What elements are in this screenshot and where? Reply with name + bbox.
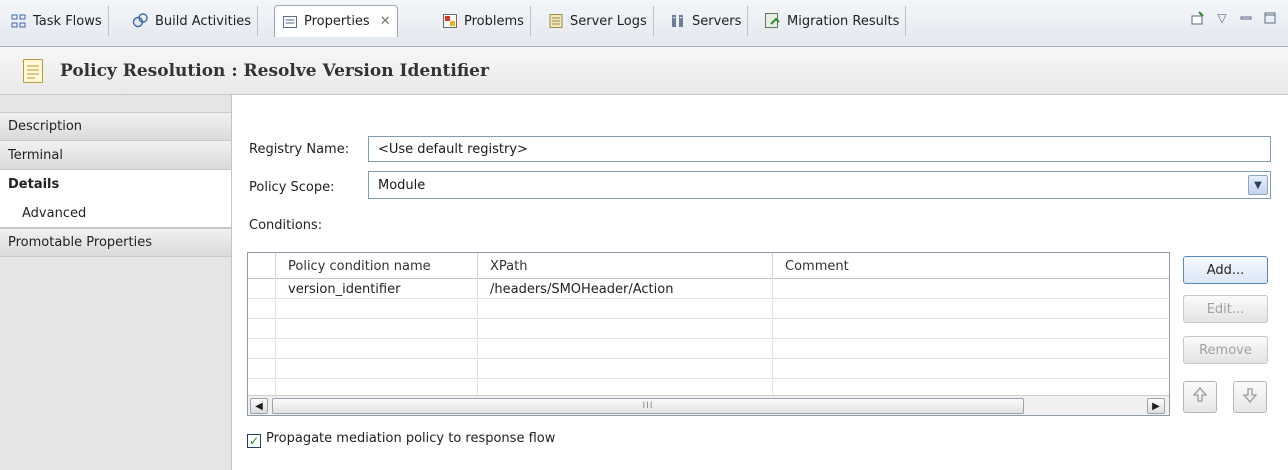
check-icon: ✓ (248, 434, 260, 448)
column-header-xpath[interactable]: XPath (478, 253, 773, 279)
row-header-cell (248, 253, 276, 279)
cell-comment (773, 280, 1169, 299)
row-header-cell (248, 320, 276, 339)
propagate-checkbox[interactable]: ✓ (247, 434, 261, 448)
problems-icon (441, 12, 459, 30)
move-up-icon (1192, 386, 1208, 408)
scroll-right-icon[interactable]: ▶ (1147, 398, 1165, 414)
tab-servers[interactable]: Servers (663, 6, 749, 36)
cell-condition-name: version_identifier (276, 280, 478, 299)
empty-cell (478, 340, 773, 359)
table-header: Policy condition name XPath Comment (248, 253, 1169, 279)
nav-item-label: Details (8, 177, 60, 192)
nav-item-label: Advanced (22, 205, 87, 221)
close-tab-icon[interactable]: ✕ (380, 14, 391, 29)
scrollbar-thumb[interactable]: III (272, 398, 1024, 414)
nav-item-terminal[interactable]: Terminal (0, 141, 231, 170)
pin-view-icon[interactable] (1190, 10, 1206, 26)
page-title: Policy Resolution : Resolve Version Iden… (60, 60, 489, 81)
empty-cell (276, 360, 478, 379)
scroll-left-icon[interactable]: ◀ (250, 398, 268, 414)
empty-cell (478, 300, 773, 319)
conditions-label: Conditions: (249, 218, 323, 233)
tab-label: Migration Results (787, 13, 900, 29)
table-row-empty (248, 340, 1169, 359)
properties-icon (281, 13, 299, 31)
row-header-cell (248, 360, 276, 379)
chevron-down-icon[interactable]: ▼ (1248, 175, 1268, 195)
edit-button-label: Edit... (1206, 301, 1245, 317)
server-logs-icon (547, 12, 565, 30)
tab-label: Problems (464, 13, 524, 29)
row-header-cell (248, 340, 276, 359)
tab-label: Properties (304, 14, 370, 29)
task-flows-icon (10, 12, 28, 30)
tab-label: Server Logs (570, 13, 647, 29)
registry-name-label: Registry Name: (249, 142, 350, 157)
empty-cell (478, 320, 773, 339)
column-header-label: Comment (785, 258, 849, 274)
propagate-checkbox-label[interactable]: Propagate mediation policy to response f… (266, 431, 555, 446)
conditions-table[interactable]: Policy condition name XPath Comment vers… (247, 252, 1170, 416)
column-header-name[interactable]: Policy condition name (276, 253, 478, 279)
table-row-empty (248, 360, 1169, 379)
properties-header: Policy Resolution : Resolve Version Iden… (0, 47, 1288, 95)
tab-migration-results[interactable]: Migration Results (758, 6, 907, 36)
servers-icon (669, 12, 687, 30)
maximize-icon[interactable] (1262, 10, 1278, 26)
tab-server-logs[interactable]: Server Logs (541, 6, 654, 36)
details-form: Registry Name: <Use default registry> Po… (233, 95, 1288, 470)
registry-name-value: <Use default registry> (378, 141, 528, 157)
nav-item-advanced[interactable]: Advanced (0, 199, 231, 228)
tab-label: Servers (692, 13, 742, 29)
nav-item-description[interactable]: Description (0, 112, 231, 141)
nav-item-label: Promotable Properties (8, 235, 152, 250)
column-header-comment[interactable]: Comment (773, 253, 1169, 279)
table-row-empty (248, 320, 1169, 339)
column-header-label: XPath (490, 258, 528, 274)
migration-results-icon (764, 12, 782, 30)
nav-item-label: Terminal (8, 147, 63, 163)
add-button-label: Add... (1206, 262, 1245, 278)
tab-task-flows[interactable]: Task Flows (4, 6, 109, 36)
edit-button[interactable]: Edit... (1183, 295, 1268, 323)
empty-cell (276, 320, 478, 339)
nav-item-details[interactable]: Details (0, 170, 231, 199)
view-controls: ▽ (1190, 10, 1278, 26)
build-activities-icon (132, 12, 150, 30)
tab-label: Task Flows (33, 13, 102, 29)
horizontal-scrollbar[interactable]: ◀ III ▶ (248, 395, 1169, 415)
document-icon (22, 58, 44, 84)
tab-label: Build Activities (155, 13, 252, 29)
table-row-empty (248, 300, 1169, 319)
registry-name-field[interactable]: <Use default registry> (368, 136, 1271, 162)
scrollbar-grip: III (642, 401, 654, 411)
policy-scope-value: Module (378, 177, 426, 193)
row-header-cell (248, 280, 276, 299)
nav-item-label: Description (8, 119, 83, 134)
add-button[interactable]: Add... (1183, 256, 1268, 284)
table-row[interactable]: version_identifier /headers/SMOHeader/Ac… (248, 280, 1169, 299)
row-header-cell (248, 300, 276, 319)
nav-item-promotable-properties[interactable]: Promotable Properties (0, 228, 231, 257)
move-up-button[interactable] (1183, 381, 1217, 413)
tab-properties[interactable]: Properties ✕ (274, 5, 398, 37)
remove-button-label: Remove (1199, 342, 1252, 358)
empty-cell (276, 340, 478, 359)
view-menu-icon[interactable]: ▽ (1214, 10, 1230, 26)
tab-build-activities[interactable]: Build Activities (126, 6, 259, 36)
cell-xpath: /headers/SMOHeader/Action (478, 280, 773, 299)
policy-scope-select[interactable]: Module ▼ (368, 171, 1271, 199)
minimize-icon[interactable] (1238, 10, 1254, 26)
move-down-button[interactable] (1233, 381, 1267, 413)
tab-problems[interactable]: Problems (435, 6, 531, 36)
remove-button[interactable]: Remove (1183, 336, 1268, 364)
empty-cell (276, 300, 478, 319)
policy-scope-label: Policy Scope: (249, 180, 335, 195)
view-tab-bar: Task Flows Build Activities Properties ✕… (0, 0, 1288, 47)
move-down-icon (1242, 386, 1258, 408)
column-header-label: Policy condition name (288, 258, 431, 274)
section-nav: Description Terminal Details Advanced Pr… (0, 95, 232, 470)
empty-cell (478, 360, 773, 379)
